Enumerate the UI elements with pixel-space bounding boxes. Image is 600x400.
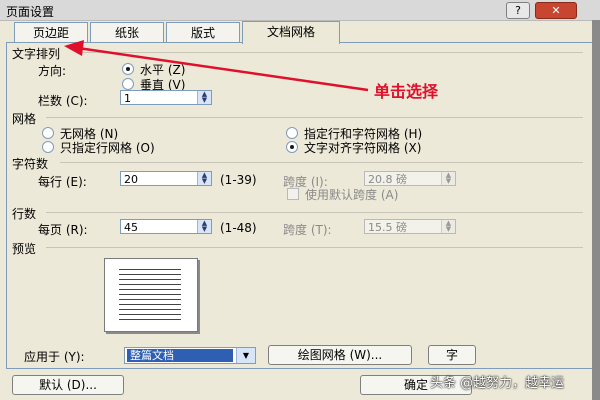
- page-setup-dialog: 页面设置 ? ✕ 页边距 纸张 版式 文档网格 文字排列 方向: 水平 (Z) …: [0, 0, 600, 400]
- watermark: 头条 @越努力，越幸运: [430, 376, 565, 391]
- tab-label: 文档网格: [266, 25, 315, 39]
- annotation-text: 单击选择: [374, 82, 439, 101]
- annotation-arrow: [64, 40, 369, 92]
- tab-document-grid[interactable]: 文档网格: [242, 21, 340, 44]
